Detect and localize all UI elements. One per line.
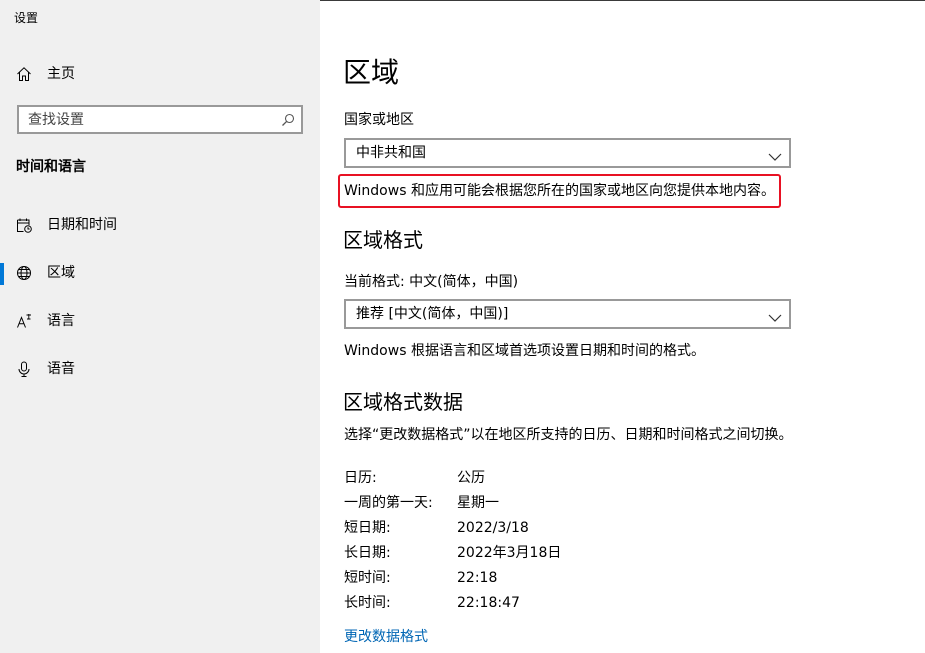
- row-value: 2022年3月18日: [457, 545, 562, 561]
- sidebar-item-language[interactable]: 语言: [0, 303, 320, 339]
- window-title: 设置: [14, 11, 39, 25]
- table-row: 短时间: 22:18: [344, 566, 764, 591]
- sidebar-item-date-time[interactable]: 日期和时间: [0, 207, 320, 243]
- sidebar: 设置 主页 时间和语言 日期和时间: [0, 0, 320, 653]
- format-data-table: 日历: 公历 一周的第一天: 星期一 短日期: 2022/3/18 长日期: 2…: [344, 466, 764, 616]
- window-top-border: [320, 0, 925, 1]
- table-row: 短日期: 2022/3/18: [344, 516, 764, 541]
- region-format-dropdown-value: 推荐 [中文(简体，中国)]: [356, 306, 509, 322]
- region-format-dropdown[interactable]: 推荐 [中文(简体，中国)]: [344, 299, 791, 329]
- format-data-heading: 区域格式数据: [343, 390, 463, 414]
- home-nav-item[interactable]: 主页: [0, 56, 320, 92]
- sidebar-item-label: 日期和时间: [47, 217, 117, 233]
- speech-icon: [16, 361, 32, 377]
- page-title: 区域: [343, 56, 400, 89]
- table-row: 长日期: 2022年3月18日: [344, 541, 764, 566]
- current-format-label: 当前格式: 中文(简体，中国): [344, 274, 519, 290]
- selected-indicator: [0, 263, 4, 285]
- row-label: 长时间:: [344, 595, 391, 611]
- country-dropdown-value: 中非共和国: [356, 145, 426, 161]
- sidebar-item-region[interactable]: 区域: [0, 255, 320, 291]
- search-input[interactable]: [17, 105, 303, 134]
- country-dropdown[interactable]: 中非共和国: [344, 138, 791, 168]
- country-note: Windows 和应用可能会根据您所在的国家或地区向您提供本地内容。: [344, 183, 775, 199]
- row-value: 2022/3/18: [457, 520, 529, 536]
- highlight-box: Windows 和应用可能会根据您所在的国家或地区向您提供本地内容。: [338, 174, 781, 208]
- row-value: 星期一: [457, 495, 499, 511]
- country-label: 国家或地区: [344, 112, 414, 128]
- chevron-down-icon: [768, 310, 782, 322]
- row-label: 短日期:: [344, 520, 391, 536]
- date-time-icon: [16, 217, 32, 233]
- section-title: 时间和语言: [16, 159, 86, 175]
- search-box: [17, 105, 303, 134]
- table-row: 长时间: 22:18:47: [344, 591, 764, 616]
- change-data-format-link[interactable]: 更改数据格式: [344, 628, 428, 646]
- row-value: 22:18: [457, 570, 498, 586]
- table-row: 日历: 公历: [344, 466, 764, 491]
- sidebar-item-label: 区域: [47, 265, 75, 281]
- chevron-down-icon: [768, 149, 782, 161]
- row-value: 22:18:47: [457, 595, 520, 611]
- row-value: 公历: [457, 470, 485, 486]
- home-icon: [16, 66, 32, 82]
- language-icon: [16, 313, 32, 329]
- row-label: 长日期:: [344, 545, 391, 561]
- row-label: 一周的第一天:: [344, 495, 433, 511]
- search-icon[interactable]: [281, 113, 295, 127]
- table-row: 一周的第一天: 星期一: [344, 491, 764, 516]
- sidebar-item-speech[interactable]: 语音: [0, 351, 320, 387]
- sidebar-item-label: 语音: [47, 361, 75, 377]
- home-label: 主页: [47, 66, 75, 82]
- format-data-description: 选择“更改数据格式”以在地区所支持的日历、日期和时间格式之间切换。: [344, 427, 793, 443]
- row-label: 日历:: [344, 470, 377, 486]
- row-label: 短时间:: [344, 570, 391, 586]
- sidebar-item-label: 语言: [47, 313, 75, 329]
- region-format-note: Windows 根据语言和区域首选项设置日期和时间的格式。: [344, 343, 705, 359]
- region-format-heading: 区域格式: [343, 228, 423, 252]
- region-icon: [16, 265, 32, 281]
